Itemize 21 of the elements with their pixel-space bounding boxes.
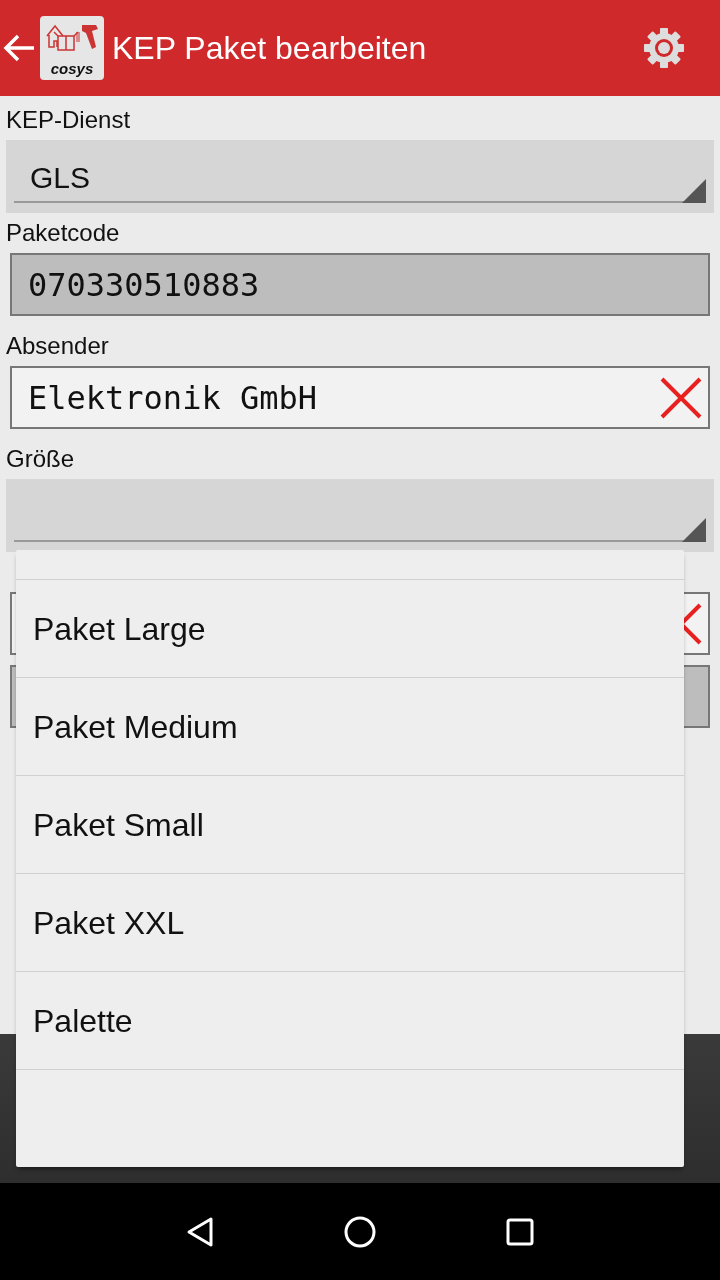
recents-icon[interactable] xyxy=(506,1217,534,1246)
input-field[interactable]: Elektronik GmbH xyxy=(10,366,710,429)
dropdown-arrow-icon xyxy=(682,518,706,542)
dropdown-option[interactable]: Paket XXL xyxy=(16,874,684,972)
dropdown-option[interactable]: Paket Small xyxy=(16,776,684,874)
field-label: KEP-Dienst xyxy=(6,106,131,133)
dropdown-field[interactable]: GLS xyxy=(6,140,714,213)
logo-text: cosys xyxy=(50,61,94,76)
input-field[interactable]: 070330510883 xyxy=(10,253,710,316)
back-icon[interactable] xyxy=(186,1215,214,1248)
field-label: Paketcode xyxy=(6,219,120,246)
dropdown-arrow-icon xyxy=(682,179,706,203)
field-label: Größe xyxy=(6,445,74,472)
home-icon[interactable] xyxy=(344,1215,376,1248)
dropdown-option[interactable]: Paket Large xyxy=(16,580,684,678)
back-arrow-icon[interactable] xyxy=(2,33,36,63)
dropdown-option[interactable]: Paket Medium xyxy=(16,678,684,776)
field-label: Absender xyxy=(6,332,109,359)
screen-title: KEP Paket bearbeiten xyxy=(112,29,428,68)
settings-icon[interactable] xyxy=(642,26,686,70)
dropdown-option[interactable]: Palette xyxy=(16,972,684,1070)
